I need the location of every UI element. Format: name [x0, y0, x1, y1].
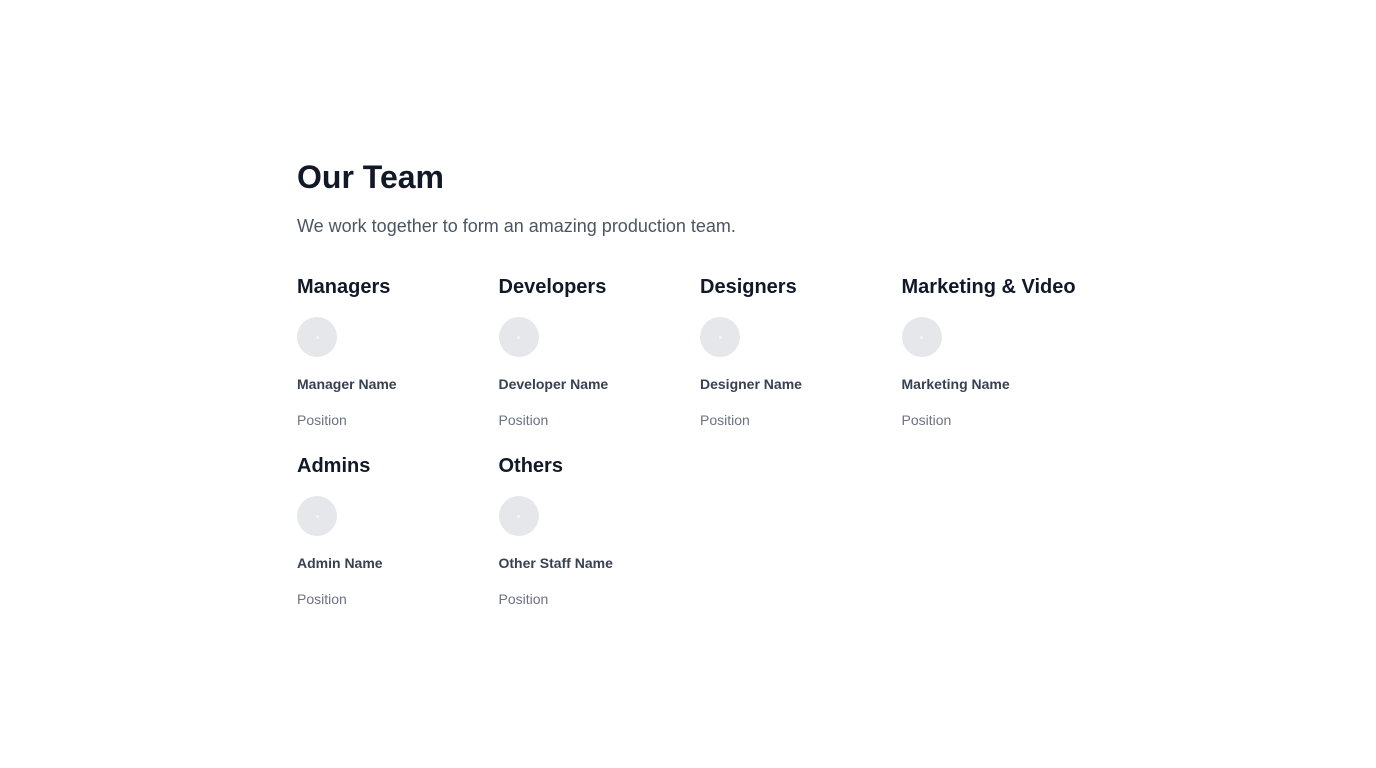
department-title: Designers — [700, 276, 797, 298]
page-title: Our Team — [297, 159, 444, 195]
avatar-placeholder-icon — [297, 317, 337, 357]
avatar-placeholder-icon — [498, 317, 539, 357]
avatar-dot — [517, 514, 520, 518]
department-title: Admins — [297, 455, 371, 477]
department-title: Others — [498, 455, 563, 477]
page-subtitle: We work together to form an amazing prod… — [297, 216, 736, 236]
department-admins: Admins Admin Name Position — [297, 452, 499, 609]
department-designers: Designers Designer Name Position — [700, 273, 902, 430]
member-name: Other Staff Name — [498, 555, 613, 571]
member-position: Position — [498, 591, 549, 607]
member-name: Designer Name — [700, 376, 802, 392]
member-position: Position — [498, 412, 549, 428]
departments-grid: Managers Manager Name Position Developer… — [297, 273, 1117, 609]
member-position: Position — [297, 591, 347, 607]
member-position: Position — [700, 412, 750, 428]
avatar-placeholder-icon — [700, 317, 740, 357]
avatar-dot — [920, 335, 923, 339]
member-name: Marketing Name — [901, 376, 1010, 392]
department-developers: Developers Developer Name Position — [498, 273, 701, 430]
department-managers: Managers Manager Name Position — [297, 273, 499, 430]
avatar-placeholder-icon — [297, 496, 337, 536]
department-title: Managers — [297, 276, 391, 298]
avatar-placeholder-icon — [901, 317, 942, 357]
avatar-dot — [517, 335, 520, 339]
avatar-dot — [315, 335, 319, 339]
team-section: Our Team We work together to form an ama… — [297, 155, 1117, 609]
member-name: Developer Name — [498, 376, 609, 392]
member-position: Position — [297, 412, 347, 428]
department-title: Developers — [498, 276, 607, 298]
department-title: Marketing & Video — [901, 276, 1076, 298]
member-position: Position — [901, 412, 952, 428]
department-others: Others Other Staff Name Position — [498, 452, 701, 609]
member-name: Manager Name — [297, 376, 397, 392]
avatar-placeholder-icon — [498, 496, 539, 536]
department-marketing-video: Marketing & Video Marketing Name Positio… — [901, 273, 1104, 430]
member-name: Admin Name — [297, 555, 383, 571]
avatar-dot — [718, 335, 722, 339]
avatar-dot — [315, 514, 319, 518]
